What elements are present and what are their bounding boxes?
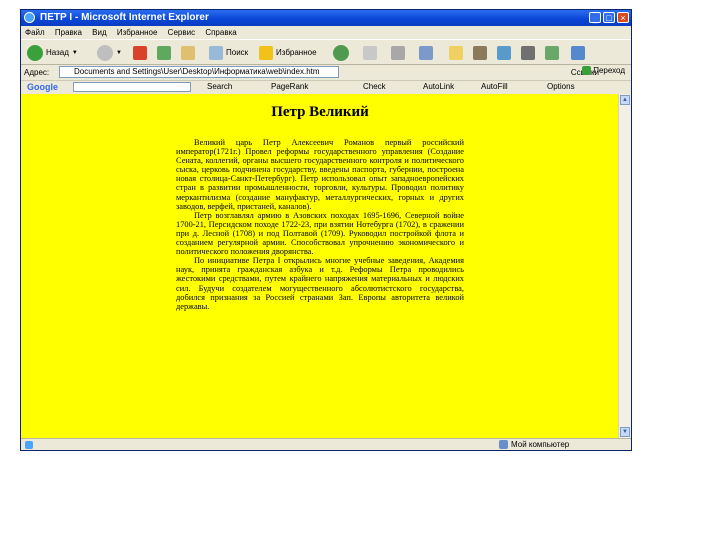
chevron-down-icon: ▼ [71,49,78,56]
maximize-button[interactable]: □ [603,12,615,23]
autofill-button[interactable]: AutoFill [481,82,508,91]
messenger-button[interactable] [497,43,511,62]
research-button[interactable] [473,43,487,62]
browser-window: ПЕТР I - Microsoft Internet Explorer _ □… [20,9,632,451]
internet-explorer-icon [24,12,35,23]
address-bar: Адрес: Documents and Settings\User\Deskt… [21,65,631,80]
paragraph: По инициативе Петра I открылись многие у… [176,256,464,311]
google-toolbar: Google Search PageRank Check AutoLink Au… [21,80,631,94]
forward-arrow-icon [97,44,113,61]
home-button[interactable] [181,43,195,62]
stop-button[interactable] [133,43,147,62]
google-search-button[interactable]: Search [207,82,232,91]
computer-icon [499,440,508,449]
autolink-button[interactable]: AutoLink [423,82,454,91]
search-icon [209,45,223,60]
page-content: Петр Великий Великий царь Петр Алексееви… [21,94,619,438]
discuss-button[interactable] [449,43,463,62]
star-icon [259,45,273,60]
paragraph: Петр возглавлял армию в Азовских походах… [176,210,464,257]
search-label: Поиск [226,48,249,57]
scroll-up-arrow-icon[interactable]: ▲ [620,95,630,105]
go-arrow-icon [582,66,592,75]
home-icon [181,45,195,60]
menu-bar: Файл Правка Вид Избранное Сервис Справка [21,26,631,39]
stop-icon [133,45,147,60]
history-icon [333,44,349,61]
minimize-button[interactable]: _ [589,12,601,23]
close-button[interactable]: × [617,12,629,23]
tools-button[interactable] [521,43,535,62]
print-button[interactable] [391,43,405,62]
back-button[interactable]: Назад ▼ [27,43,78,62]
vertical-scrollbar[interactable]: ▲ ▼ [618,94,631,438]
google-search-field[interactable] [73,82,191,92]
messenger-icon [497,45,511,60]
scroll-down-arrow-icon[interactable]: ▼ [620,427,630,437]
google-logo: Google [27,82,58,92]
article-text: Великий царь Петр Алексеевич Романов пер… [176,138,464,311]
search-button[interactable]: Поиск [209,43,248,62]
check-button[interactable]: Check [363,82,386,91]
go-button[interactable]: Переход [582,66,625,75]
page-heading: Петр Великий [271,104,369,120]
menu-favorites[interactable]: Избранное [113,26,162,37]
edit-icon [419,45,433,60]
window-title: ПЕТР I - Microsoft Internet Explorer [40,12,209,23]
go-label: Переход [593,66,625,75]
print-icon [391,45,405,60]
refresh-icon [157,45,171,60]
security-zone: Мой компьютер [499,440,569,449]
history-button[interactable] [333,43,349,62]
standard-toolbar: Назад ▼ ▼ Поиск Избранное [21,39,631,65]
research-icon [473,45,487,60]
menu-help[interactable]: Справка [201,26,240,37]
google-logo-text: Google [27,82,58,92]
menu-file[interactable]: Файл [21,26,49,37]
favorites-label: Избранное [276,48,317,57]
refresh-button[interactable] [157,43,171,62]
menu-view[interactable]: Вид [88,26,110,37]
tool-icon [571,45,585,60]
folder-icon [449,45,463,60]
page-icon [25,441,33,449]
menu-edit[interactable]: Правка [51,26,86,37]
mail-button[interactable] [363,43,377,62]
tool-icon [545,45,559,60]
zone-label: Мой компьютер [511,440,570,449]
chevron-down-icon: ▼ [116,49,122,56]
address-field[interactable]: Documents and Settings\User\Desktop\Инфо… [59,66,339,78]
status-bar: Мой компьютер [21,438,631,450]
back-label: Назад [46,48,69,57]
mail-icon [363,45,377,60]
extra-button-2[interactable] [571,43,585,62]
forward-button[interactable]: ▼ [97,43,122,62]
favorites-button[interactable]: Избранное [259,43,317,62]
address-label: Адрес: [24,68,50,77]
title-bar: ПЕТР I - Microsoft Internet Explorer _ □… [21,10,631,26]
menu-tools[interactable]: Сервис [164,26,199,37]
options-button[interactable]: Options [547,82,575,91]
back-arrow-icon [27,44,43,61]
paragraph: Великий царь Петр Алексеевич Романов пер… [176,138,464,211]
pagerank-button[interactable]: PageRank [271,82,308,91]
tools-icon [521,45,535,60]
extra-button[interactable] [545,43,559,62]
edit-button[interactable] [419,43,433,62]
